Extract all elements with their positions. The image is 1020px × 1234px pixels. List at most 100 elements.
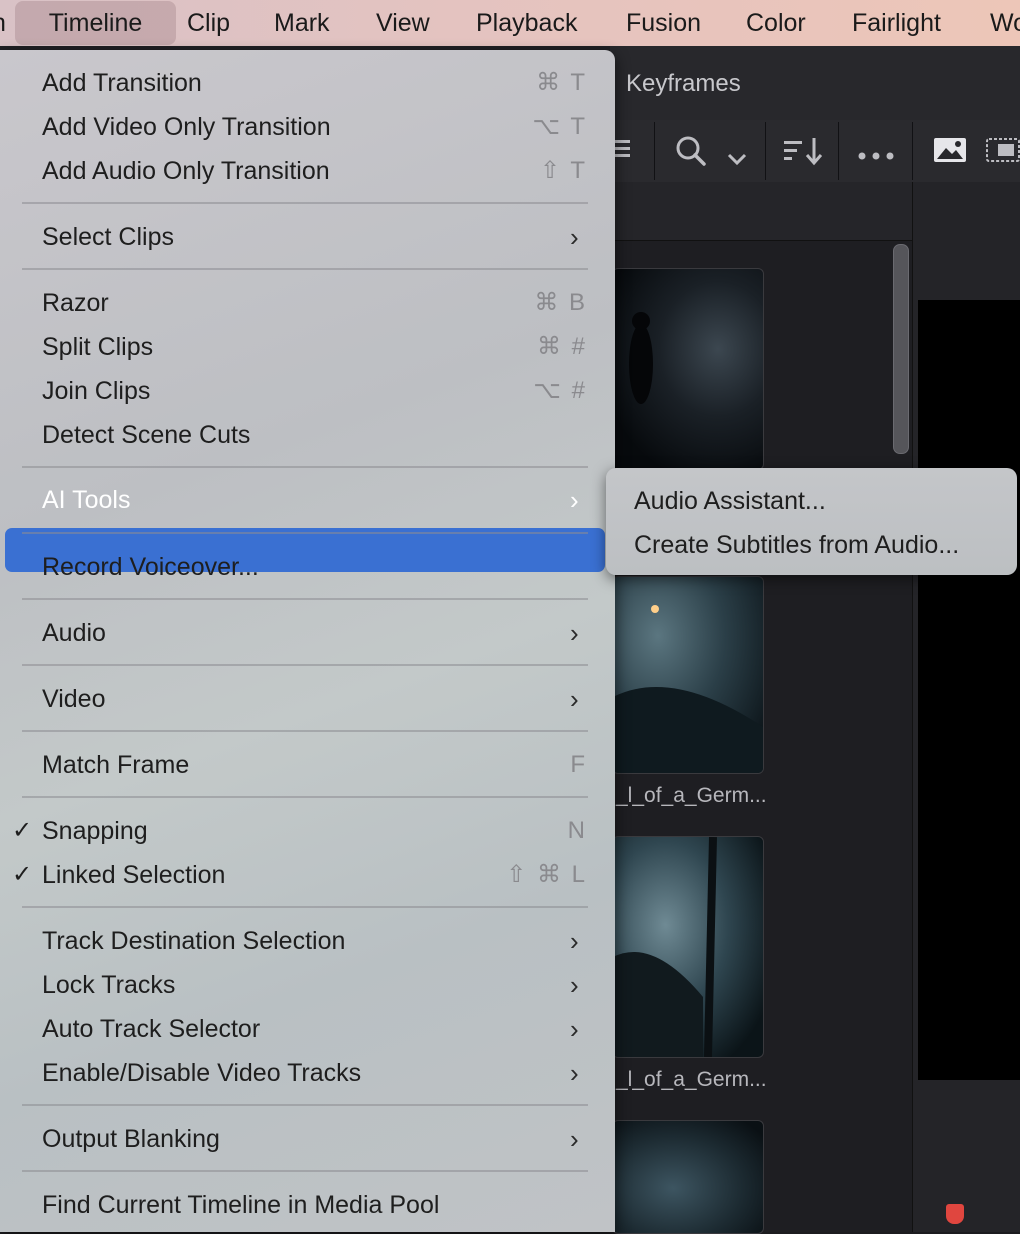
menu-item-label: Detect Scene Cuts <box>42 421 251 449</box>
menu-item-audio[interactable]: Audio › <box>0 611 615 655</box>
menu-separator <box>22 598 588 600</box>
chevron-right-icon: › <box>570 1014 579 1044</box>
menu-item-match-frame[interactable]: Match Frame F <box>0 743 615 787</box>
menu-item-ai-tools[interactable]: AI Tools › <box>0 478 615 522</box>
menu-item-output-blanking[interactable]: Output Blanking › <box>0 1117 615 1161</box>
toolbar-divider <box>765 122 766 180</box>
menu-item-linked-selection[interactable]: ✓ Linked Selection ⇧ ⌘ L <box>0 853 615 897</box>
submenu-item-create-subtitles[interactable]: Create Subtitles from Audio... <box>634 523 959 567</box>
menu-item-join-clips[interactable]: Join Clips ⌥ # <box>0 369 615 413</box>
sort-icon[interactable] <box>782 134 823 176</box>
chevron-right-icon: › <box>570 1124 579 1154</box>
media-pool-header <box>610 182 912 241</box>
menu-item-find-current-timeline[interactable]: Find Current Timeline in Media Pool <box>0 1183 615 1227</box>
menu-item-label: Auto Track Selector <box>42 1015 261 1043</box>
viewer-canvas <box>918 300 1020 1080</box>
chevron-right-icon: › <box>570 222 579 252</box>
chevron-right-icon: › <box>570 485 579 515</box>
menubar-timeline[interactable]: Timeline <box>15 1 176 45</box>
menu-item-detect-scene-cuts[interactable]: Detect Scene Cuts <box>0 413 615 457</box>
more-options-icon[interactable] <box>856 140 896 174</box>
menu-item-label: Add Video Only Transition <box>42 113 331 141</box>
menu-separator <box>22 664 588 666</box>
menubar-color[interactable]: Color <box>746 0 806 46</box>
menu-item-video[interactable]: Video › <box>0 677 615 721</box>
strip-view-icon[interactable] <box>984 136 1020 172</box>
menu-item-record-voiceover[interactable]: Record Voiceover... <box>0 545 615 589</box>
checkmark-icon: ✓ <box>12 861 33 888</box>
submenu-item-audio-assistant[interactable]: Audio Assistant... <box>634 479 826 523</box>
clip-thumbnail[interactable] <box>612 268 764 470</box>
menu-item-shortcut: ⇧ ⌘ L <box>506 861 587 888</box>
menu-item-label: Snapping <box>42 817 148 845</box>
clip-caption: _l_of_a_Germ... <box>616 1068 767 1091</box>
menu-separator <box>22 1104 588 1106</box>
media-pool-scrollbar[interactable] <box>893 244 909 454</box>
menu-item-label: Enable/Disable Video Tracks <box>42 1059 362 1087</box>
clip-thumbnail[interactable] <box>612 576 764 774</box>
menu-separator <box>22 906 588 908</box>
menu-item-snapping[interactable]: ✓ Snapping N <box>0 809 615 853</box>
menu-item-shortcut: ⌘ # <box>536 333 587 360</box>
menu-item-shortcut: N <box>567 817 587 844</box>
menu-item-auto-track-selector[interactable]: Auto Track Selector › <box>0 1007 615 1051</box>
menu-item-razor[interactable]: Razor ⌘ B <box>0 281 615 325</box>
menu-separator <box>22 796 588 798</box>
menu-item-add-video-only-transition[interactable]: Add Video Only Transition ⌥ T <box>0 105 615 149</box>
menu-item-label: Add Transition <box>42 69 202 97</box>
menu-item-label: Join Clips <box>42 377 151 405</box>
clip-caption: _l_of_a_Germ... <box>616 784 767 807</box>
menu-item-label: Output Blanking <box>42 1125 220 1153</box>
menubar-playback[interactable]: Playback <box>476 0 577 46</box>
menu-item-label: Track Destination Selection <box>42 927 346 955</box>
menu-item-select-clips[interactable]: Select Clips › <box>0 215 615 259</box>
search-icon[interactable] <box>674 134 708 176</box>
clip-thumbnail[interactable] <box>612 836 764 1058</box>
clip-thumbnail[interactable] <box>612 1120 764 1234</box>
tab-keyframes[interactable]: Keyframes <box>626 70 741 98</box>
menu-item-label: Linked Selection <box>42 861 226 889</box>
menubar-fusion[interactable]: Fusion <box>626 0 701 46</box>
chevron-right-icon: › <box>570 618 579 648</box>
menu-item-split-clips[interactable]: Split Clips ⌘ # <box>0 325 615 369</box>
menubar-view[interactable]: View <box>376 0 430 46</box>
list-view-icon[interactable] <box>612 132 632 174</box>
menu-item-enable-disable-video-tracks[interactable]: Enable/Disable Video Tracks › <box>0 1051 615 1095</box>
menu-item-label: Split Clips <box>42 333 154 361</box>
menu-item-shortcut: ⌘ T <box>536 69 587 96</box>
checkmark-icon: ✓ <box>12 817 33 844</box>
toolbar-divider <box>654 122 655 180</box>
menu-separator <box>22 268 588 270</box>
menu-separator <box>22 1170 588 1172</box>
toolbar-divider <box>912 122 913 180</box>
menubar-mark[interactable]: Mark <box>274 0 330 46</box>
menu-separator <box>22 730 588 732</box>
menu-item-label: Match Frame <box>42 751 190 779</box>
menu-item-shortcut: ⌥ T <box>532 113 587 140</box>
menu-item-label: Audio <box>42 619 106 647</box>
menu-item-label: Lock Tracks <box>42 971 176 999</box>
chevron-right-icon: › <box>570 1058 579 1088</box>
menu-item-track-destination-selection[interactable]: Track Destination Selection › <box>0 919 615 963</box>
toolbar-divider <box>838 122 839 180</box>
menu-item-shortcut: F <box>570 751 587 778</box>
chevron-right-icon: › <box>570 684 579 714</box>
menubar-clip[interactable]: Clip <box>187 0 230 46</box>
menu-item-label: AI Tools <box>42 486 131 514</box>
ai-tools-submenu: Audio Assistant... Create Subtitles from… <box>606 468 1017 575</box>
menubar-workspace[interactable]: Wo <box>990 0 1020 46</box>
timeline-menu: Add Transition ⌘ T Add Video Only Transi… <box>0 50 615 1232</box>
menu-separator <box>22 202 588 204</box>
chevron-down-icon[interactable] <box>726 142 748 176</box>
menubar-partial-item[interactable]: n <box>0 0 6 46</box>
menu-item-lock-tracks[interactable]: Lock Tracks › <box>0 963 615 1007</box>
menu-separator <box>22 532 588 534</box>
thumbnail-view-icon[interactable] <box>932 136 968 172</box>
menu-bar: n Timeline Clip Mark View Playback Fusio… <box>0 0 1020 46</box>
playhead-marker[interactable] <box>946 1204 964 1224</box>
menu-item-label: Razor <box>42 289 109 317</box>
menubar-fairlight[interactable]: Fairlight <box>852 0 941 46</box>
menu-item-add-transition[interactable]: Add Transition ⌘ T <box>0 61 615 105</box>
menu-item-add-audio-only-transition[interactable]: Add Audio Only Transition ⇧ T <box>0 149 615 193</box>
menu-item-shortcut: ⌥ # <box>533 377 587 404</box>
